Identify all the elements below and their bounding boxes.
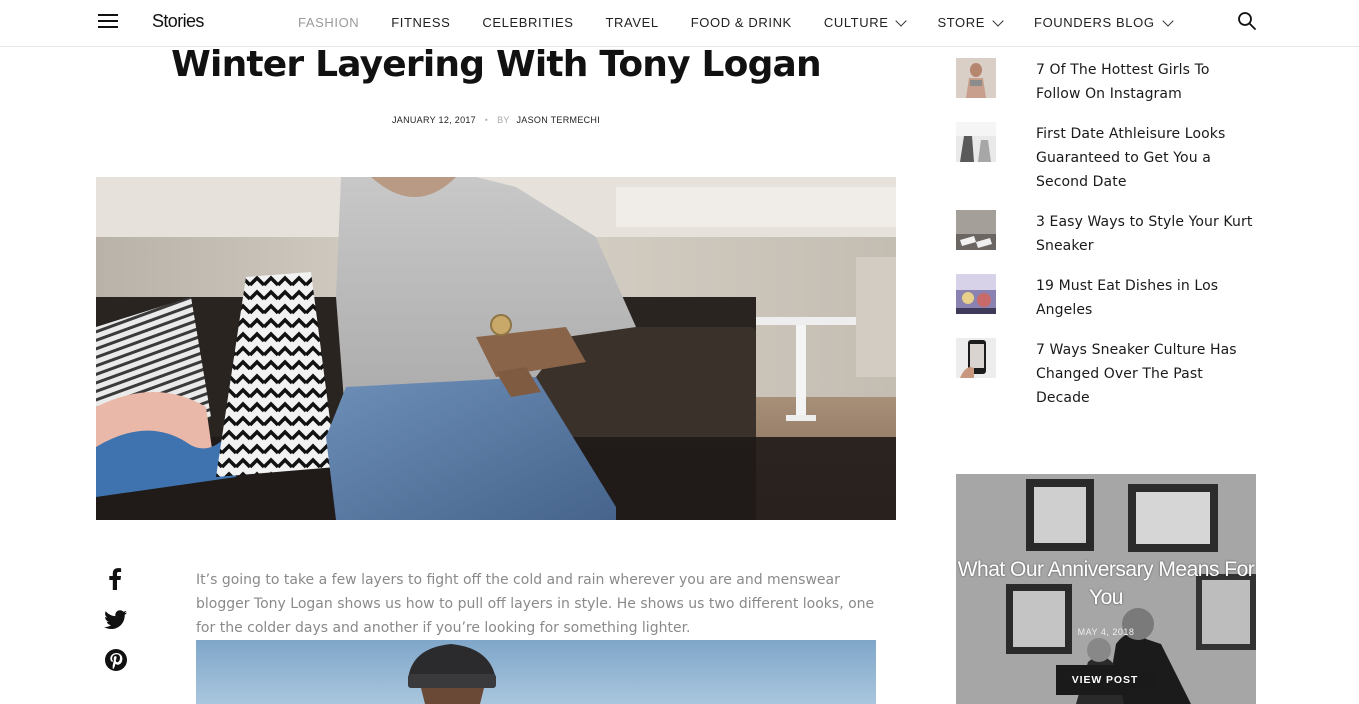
hamburger-icon[interactable] — [98, 13, 118, 29]
search-icon[interactable] — [1237, 11, 1257, 31]
nav-item-store[interactable]: STORE — [937, 14, 1004, 30]
sidebar-post[interactable]: 3 Easy Ways to Style Your Kurt Sneaker — [956, 210, 1256, 258]
sidebar-post[interactable]: 19 Must Eat Dishes in Los Angeles — [956, 274, 1256, 322]
twitter-icon[interactable] — [104, 609, 128, 631]
sidebar-post[interactable]: 7 Ways Sneaker Culture Has Changed Over … — [956, 338, 1256, 410]
view-post-button[interactable]: VIEW POST — [1056, 665, 1154, 695]
post-thumbnail[interactable] — [956, 338, 996, 378]
nav-item-fitness[interactable]: FITNESS — [391, 15, 450, 30]
post-thumbnail[interactable] — [956, 122, 996, 162]
promo-card[interactable]: What Our Anniversary Means For You MAY 4… — [956, 474, 1256, 704]
nav-item-label: CULTURE — [823, 15, 889, 30]
article-meta: JANUARY 12, 2017 • BY JASON TERMECHI — [96, 115, 896, 125]
nav-item-label: TRAVEL — [605, 15, 659, 30]
article-date[interactable]: JANUARY 12, 2017 — [392, 115, 476, 125]
nav-item-founders-blog[interactable]: FOUNDERS BLOG — [1034, 14, 1174, 30]
post-title[interactable]: 19 Must Eat Dishes in Los Angeles — [1036, 274, 1258, 322]
post-thumbnail[interactable] — [956, 58, 996, 98]
post-thumbnail[interactable] — [956, 210, 996, 250]
sidebar-post[interactable]: First Date Athleisure Looks Guaranteed t… — [956, 122, 1256, 194]
chevron-down-icon — [1161, 14, 1174, 27]
chevron-down-icon — [992, 14, 1004, 27]
site-logo[interactable]: Stories — [152, 11, 204, 32]
hero-image — [96, 177, 896, 520]
article-intro: It’s going to take a few layers to fight… — [196, 572, 875, 636]
meta-separator: • — [484, 115, 489, 125]
nav-item-label: FOOD & DRINK — [690, 15, 792, 30]
post-title[interactable]: First Date Athleisure Looks Guaranteed t… — [1036, 122, 1258, 194]
nav-item-food-drink[interactable]: FOOD & DRINK — [691, 15, 792, 30]
main-nav: FASHION FITNESS CELEBRITIES TRAVEL FOOD … — [298, 14, 1174, 30]
nav-item-label: FOUNDERS BLOG — [1034, 15, 1155, 30]
site-header: Stories FASHION FITNESS CELEBRITIES TRAV… — [0, 0, 1359, 47]
facebook-icon[interactable] — [104, 567, 126, 591]
promo-title[interactable]: What Our Anniversary Means For You — [956, 556, 1256, 612]
article-title: Winter Layering With Tony Logan — [171, 44, 822, 85]
post-title[interactable]: 3 Easy Ways to Style Your Kurt Sneaker — [1036, 210, 1258, 258]
nav-item-fashion[interactable]: FASHION — [298, 15, 359, 30]
nav-item-label: FITNESS — [391, 15, 451, 30]
article-author[interactable]: JASON TERMECHI — [516, 115, 600, 125]
article-image-2 — [196, 640, 876, 704]
nav-item-travel[interactable]: TRAVEL — [606, 15, 659, 30]
pinterest-icon[interactable] — [104, 648, 128, 672]
byline-label: BY — [497, 115, 510, 125]
promo-date: MAY 4, 2018 — [1077, 627, 1135, 637]
nav-item-label: STORE — [937, 15, 986, 30]
post-title[interactable]: 7 Of The Hottest Girls To Follow On Inst… — [1036, 58, 1258, 106]
sidebar-post[interactable]: 7 Of The Hottest Girls To Follow On Inst… — [956, 58, 1256, 106]
nav-item-celebrities[interactable]: CELEBRITIES — [482, 15, 573, 30]
post-thumbnail[interactable] — [956, 274, 996, 314]
nav-item-culture[interactable]: CULTURE — [823, 14, 908, 30]
nav-item-label: CELEBRITIES — [482, 15, 574, 30]
chevron-down-icon — [895, 14, 908, 27]
nav-item-label: FASHION — [298, 15, 360, 30]
post-title[interactable]: 7 Ways Sneaker Culture Has Changed Over … — [1036, 338, 1258, 410]
